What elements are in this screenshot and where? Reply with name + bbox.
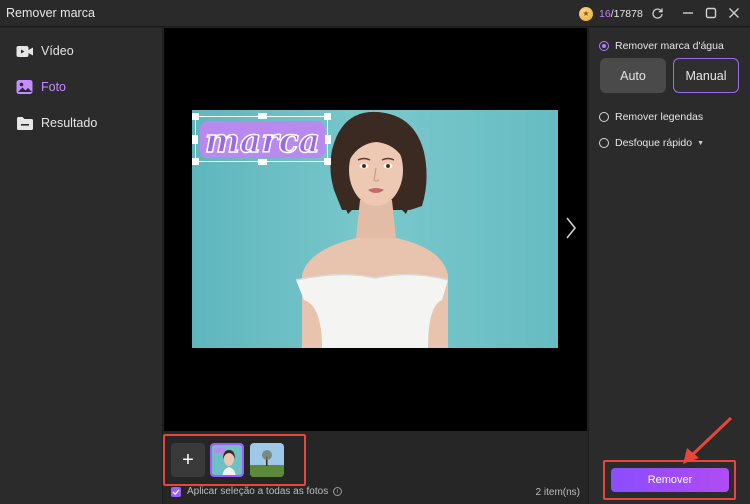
sidebar-item-result[interactable]: Resultado [16,112,97,134]
info-icon[interactable]: i [333,487,343,496]
resize-handle[interactable] [192,158,199,165]
remove-watermark-option[interactable]: Remover marca d'água [599,40,724,52]
radio-icon[interactable] [599,138,609,148]
sidebar-item-photo[interactable]: Foto [16,76,66,98]
title-bar: Remover marca ★ 16 / 17878 [0,0,750,27]
preview-stage: marca [164,28,587,431]
app-title: Remover marca [6,6,95,20]
remove-subtitles-option[interactable]: Remover legendas [599,111,703,123]
coin-icon: ★ [579,6,593,21]
item-count: 2 item(ns) [535,487,580,498]
resize-handle[interactable] [258,113,267,119]
close-icon[interactable] [727,6,741,20]
resize-handle[interactable] [192,135,198,144]
resize-handle[interactable] [324,158,331,165]
resize-handle[interactable] [258,159,267,165]
apply-all-label: Aplicar seleção a todas as fotos [187,486,329,497]
credits-used: 16 [599,7,611,20]
minimize-icon[interactable] [681,6,695,20]
photo-icon [16,79,34,95]
thumbnail-bar: + Aplicar seleção a todas as fotos i 2 i… [163,431,587,504]
pointer-arrow-icon [683,416,733,464]
refresh-icon[interactable] [650,6,664,20]
resize-handle[interactable] [325,135,331,144]
remove-subtitles-label: Remover legendas [615,111,704,123]
maximize-icon[interactable] [704,6,718,20]
apply-all-row[interactable]: Aplicar seleção a todas as fotos i [171,486,343,497]
watermark-text: marca [204,120,321,161]
remove-button[interactable]: Remover [611,468,729,492]
options-panel: Remover marca d'água Auto Manual Remover… [588,28,750,504]
credits-counter: ★ 16 / 17878 [579,5,643,22]
sidebar: Vídeo Foto Resultado [0,28,163,504]
thumbnail-portrait[interactable] [210,443,244,477]
sidebar-item-video[interactable]: Vídeo [16,40,74,62]
quick-blur-label: Desfoque rápido [615,137,693,149]
folder-icon [16,115,34,131]
thumbnail-landscape[interactable] [250,443,284,477]
sidebar-item-label: Resultado [41,116,98,130]
manual-mode-button[interactable]: Manual [673,58,739,93]
sidebar-item-label: Foto [41,80,67,94]
next-arrow-icon[interactable] [564,216,578,240]
add-photo-button[interactable]: + [171,443,205,477]
resize-handle[interactable] [324,113,331,120]
radio-icon[interactable] [599,112,609,122]
sidebar-item-label: Vídeo [41,44,74,58]
video-icon [16,43,34,59]
apply-all-checkbox[interactable] [171,486,181,497]
watermark-selection-box[interactable]: marca [192,113,331,165]
radio-selected-icon[interactable] [599,41,609,51]
auto-mode-button[interactable]: Auto [600,58,666,93]
dropdown-caret-icon[interactable]: ▼ [697,140,704,147]
resize-handle[interactable] [192,113,199,120]
remove-watermark-label: Remover marca d'água [615,40,724,52]
quick-blur-option[interactable]: Desfoque rápido ▼ [599,137,704,149]
credits-total: 17878 [613,7,643,20]
